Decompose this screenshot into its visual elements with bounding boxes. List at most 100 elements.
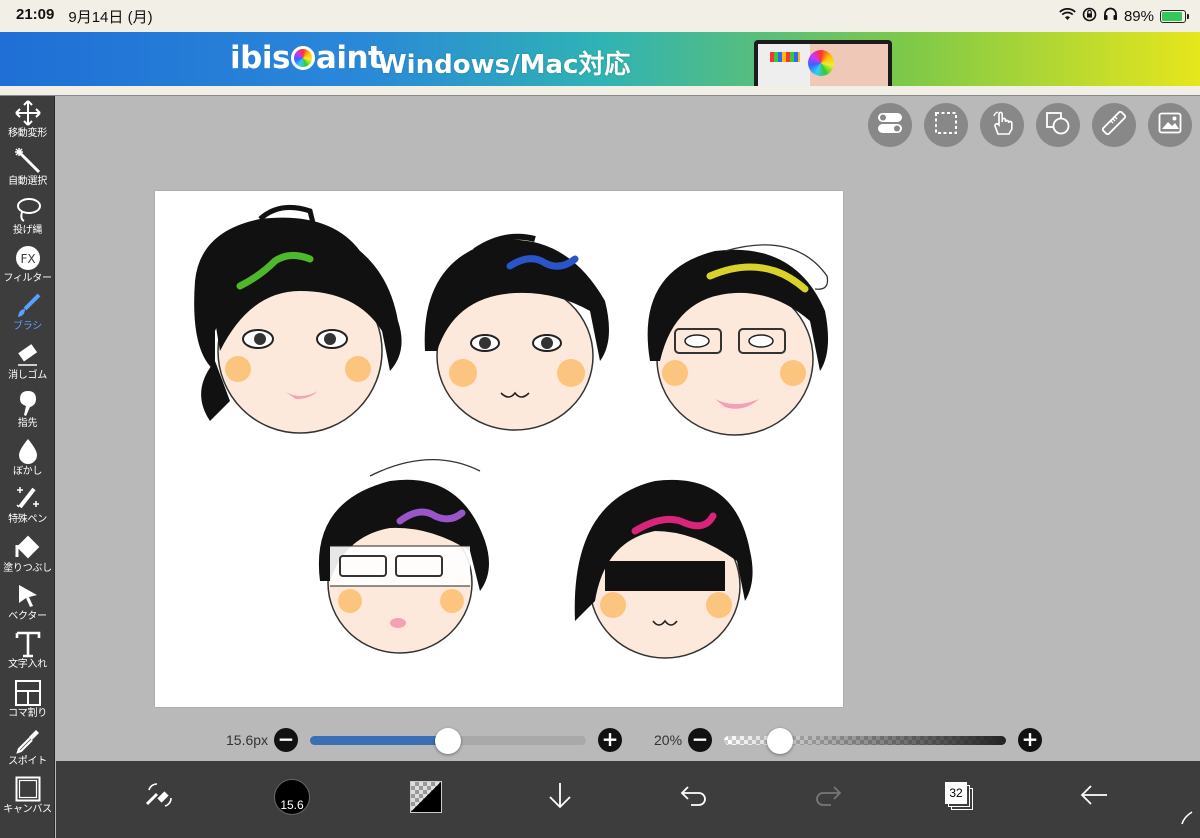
reference-image-button[interactable] (1148, 103, 1192, 147)
tool-label: 指先 (17, 417, 38, 429)
tool-blur-drop[interactable]: ぼかし (0, 436, 55, 484)
ibispaint-app: 21:09 9月14日 (月) 89% ibis aint Windows/Mac… (0, 0, 1200, 838)
vector-cursor-icon (16, 581, 40, 611)
shape-button[interactable] (1036, 103, 1080, 147)
tool-fx[interactable]: FX フィルター (0, 243, 55, 291)
brush-size-slider: 15.6px − + (226, 726, 623, 754)
brush-icon (15, 291, 41, 321)
brush-size-track[interactable] (310, 727, 587, 754)
brush-size-value: 15.6px (226, 732, 269, 748)
tool-sidebar: 移動変形自動選択投げ縄 FX フィルターブラシ消しゴム指先ぼかし特殊ペン塗りつぶしベ… (0, 96, 55, 838)
tool-label: ベクター (8, 611, 47, 622)
tool-label: 自動選択 (8, 176, 47, 188)
character-face-1 (194, 204, 402, 434)
magic-wand-icon (14, 146, 41, 176)
tool-frame-divider[interactable]: コマ割り (0, 678, 55, 726)
ad-banner[interactable]: ibis aint Windows/Mac対応 (0, 32, 1200, 86)
bucket-icon (14, 533, 42, 563)
frame-divider-icon (14, 678, 41, 708)
color-button[interactable] (398, 769, 454, 825)
brush-preview-icon: 15.6 (274, 779, 310, 815)
opacity-knob[interactable] (767, 727, 794, 754)
tool-eyedropper[interactable]: スポイト (0, 726, 55, 774)
status-date: 9月14日 (月) (68, 8, 153, 26)
tool-label: 消しゴム (8, 369, 47, 381)
brush-size-minus-button[interactable]: − (274, 728, 299, 752)
character-face-5 (574, 479, 753, 659)
tool-lasso[interactable]: 投げ縄 (0, 195, 55, 243)
ruler-icon (1101, 110, 1127, 140)
undo-button[interactable] (666, 769, 722, 825)
touch-gesture-button[interactable] (980, 103, 1024, 147)
tool-eraser[interactable]: 消しゴム (0, 340, 55, 388)
tool-text[interactable]: 文字入れ (0, 629, 55, 677)
tool-label: 投げ縄 (12, 224, 43, 236)
wifi-icon (1059, 7, 1076, 25)
tool-bucket[interactable]: 塗りつぶし (0, 533, 55, 581)
opacity-value: 20% (654, 732, 683, 748)
character-face-4 (318, 458, 489, 654)
drawing-canvas[interactable] (155, 191, 843, 707)
redo-icon (813, 783, 843, 812)
opacity-slider: 20% − + (654, 726, 1043, 754)
brush-size-knob[interactable] (435, 727, 462, 754)
tool-magic-wand[interactable]: 自動選択 (0, 146, 55, 194)
blur-drop-icon (17, 436, 39, 466)
brush-size-plus-button[interactable]: + (598, 728, 623, 752)
tool-canvas[interactable]: キャンバス (0, 774, 55, 822)
lasso-icon (14, 195, 42, 225)
logo-ibis-text: ibis (230, 40, 290, 76)
canvas-icon (15, 774, 41, 804)
toggle-settings-button[interactable] (868, 103, 912, 147)
layer-down-button[interactable] (532, 769, 588, 825)
tool-special-pen[interactable]: 特殊ペン (0, 484, 55, 532)
selection-button[interactable] (924, 103, 968, 147)
undo-icon (679, 783, 709, 812)
tool-switch-button[interactable] (130, 769, 186, 825)
text-icon (15, 629, 41, 659)
arrow-left-icon (1079, 784, 1109, 811)
back-button[interactable] (1066, 769, 1122, 825)
tool-vector-cursor[interactable]: ベクター (0, 581, 55, 629)
tool-smudge[interactable]: 指先 (0, 388, 55, 436)
opacity-track[interactable] (724, 727, 1007, 754)
tool-move[interactable]: 移動変形 (0, 98, 55, 146)
banner-separator (0, 86, 1200, 96)
status-time: 21:09 (16, 5, 55, 23)
ad-laptop-image (754, 40, 892, 86)
image-icon (1158, 112, 1182, 139)
brush-eraser-swap-icon (143, 780, 173, 815)
move-icon (14, 98, 41, 128)
ibispaint-logo: ibis aint (230, 40, 383, 76)
svg-text:FX: FX (20, 252, 35, 266)
brush-size-label: 15.6 (280, 798, 304, 812)
status-bar: 21:09 9月14日 (月) 89% (0, 0, 1200, 32)
redo-button[interactable] (800, 769, 856, 825)
bottom-toolbar: 15.6 32 (56, 761, 1200, 838)
pencil-corner-icon (1180, 811, 1194, 830)
shapes-icon (1045, 111, 1071, 140)
ad-tagline: Windows/Mac対応 (378, 44, 631, 83)
logo-paint-text: aint (315, 40, 383, 76)
tool-label: 塗りつぶし (3, 562, 52, 574)
layers-icon: 32 (945, 782, 975, 812)
tool-label: 文字入れ (8, 659, 47, 671)
opacity-minus-button[interactable]: − (688, 728, 713, 752)
eraser-icon (15, 340, 41, 370)
opacity-plus-button[interactable]: + (1018, 728, 1043, 752)
special-pen-icon (14, 484, 42, 514)
tool-brush[interactable]: ブラシ (0, 291, 55, 339)
battery-icon (1160, 9, 1189, 23)
tool-label: フィルター (3, 272, 52, 284)
tool-label: 特殊ペン (8, 514, 47, 526)
tool-label: キャンバス (3, 804, 52, 816)
layers-button[interactable]: 32 (932, 769, 988, 825)
toggle-icon (877, 112, 903, 139)
orientation-lock-icon (1082, 7, 1097, 26)
layers-count: 32 (945, 782, 967, 804)
selection-rect-icon (934, 111, 958, 140)
smudge-icon (16, 388, 40, 418)
ruler-button[interactable] (1092, 103, 1136, 147)
brush-size-button[interactable]: 15.6 (264, 769, 320, 825)
color-wheel-logo-icon (290, 46, 315, 70)
